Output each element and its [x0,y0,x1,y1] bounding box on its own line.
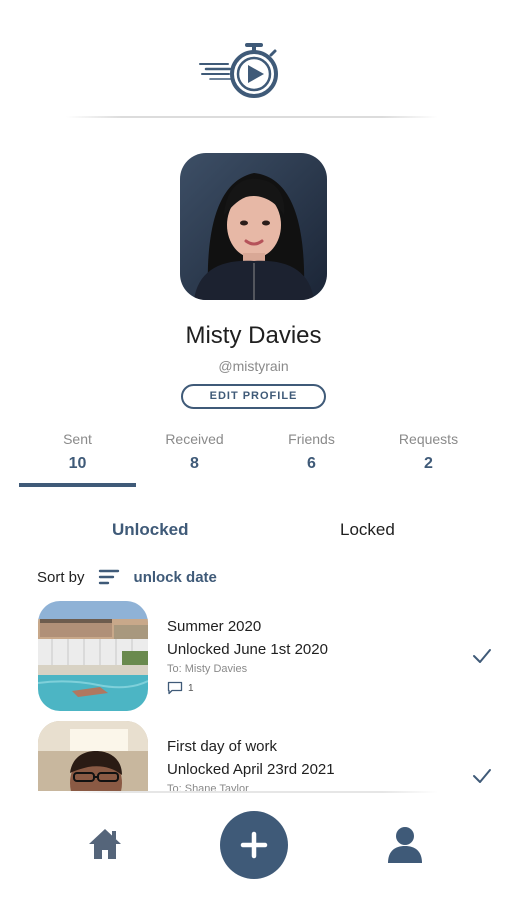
profile-handle: @mistyrain [218,358,289,374]
header-divider [66,116,438,118]
stat-received[interactable]: Received 8 [136,431,253,473]
stat-label: Requests [398,431,459,447]
stat-value: 8 [190,455,199,472]
comment-icon [167,681,183,695]
stat-label: Sent [63,431,92,447]
tab-unlocked[interactable]: Unlocked [112,520,189,540]
stat-value: 2 [424,455,433,472]
capsule-recipient: To: Misty Davies [167,663,248,675]
profile-name: Misty Davies [185,322,322,349]
edit-profile-button[interactable]: EDIT PROFILE [181,384,326,409]
capsule-title: First day of work [167,738,278,755]
sort-value[interactable]: unlock date [134,569,217,586]
capsule-unlock-date: Unlocked April 23rd 2021 [167,761,335,778]
capsule-thumbnail [38,601,148,711]
stat-friends[interactable]: Friends 6 [253,431,370,473]
stat-requests[interactable]: Requests 2 [370,431,487,473]
stat-sent[interactable]: Sent 10 [19,431,136,473]
stat-label: Friends [288,431,335,447]
list-item[interactable]: Summer 2020 Unlocked June 1st 2020 To: M… [0,596,507,712]
profile-stats: Sent 10 Received 8 Friends 6 Requests 2 [19,431,487,491]
home-icon[interactable] [87,827,123,861]
stopwatch-logo-icon [198,38,282,104]
capsule-thumbnail [38,721,148,791]
sort-lines-icon [98,568,120,586]
list-item[interactable]: First day of work Unlocked April 23rd 20… [0,716,507,791]
profile-avatar [180,153,327,300]
comment-count: 1 [188,682,194,694]
sort-control[interactable]: Sort by unlock date [37,567,217,587]
stat-value: 6 [307,455,316,472]
bottom-nav-divider [66,791,438,793]
stat-label: Received [165,431,224,447]
user-icon[interactable] [386,826,424,864]
checkmark-icon [472,648,492,664]
active-stat-indicator [19,483,136,487]
checkmark-icon [472,768,492,784]
sort-label: Sort by [37,568,85,586]
add-capsule-button[interactable] [220,811,288,879]
tab-locked[interactable]: Locked [340,520,395,540]
capsule-title: Summer 2020 [167,618,262,635]
capsule-comments[interactable]: 1 [167,681,194,695]
stat-value: 10 [68,455,87,472]
capsule-recipient: To: Shane Taylor [167,783,249,791]
capsule-list: Summer 2020 Unlocked June 1st 2020 To: M… [0,596,507,791]
capsule-unlock-date: Unlocked June 1st 2020 [167,641,328,658]
plus-icon [240,831,268,859]
